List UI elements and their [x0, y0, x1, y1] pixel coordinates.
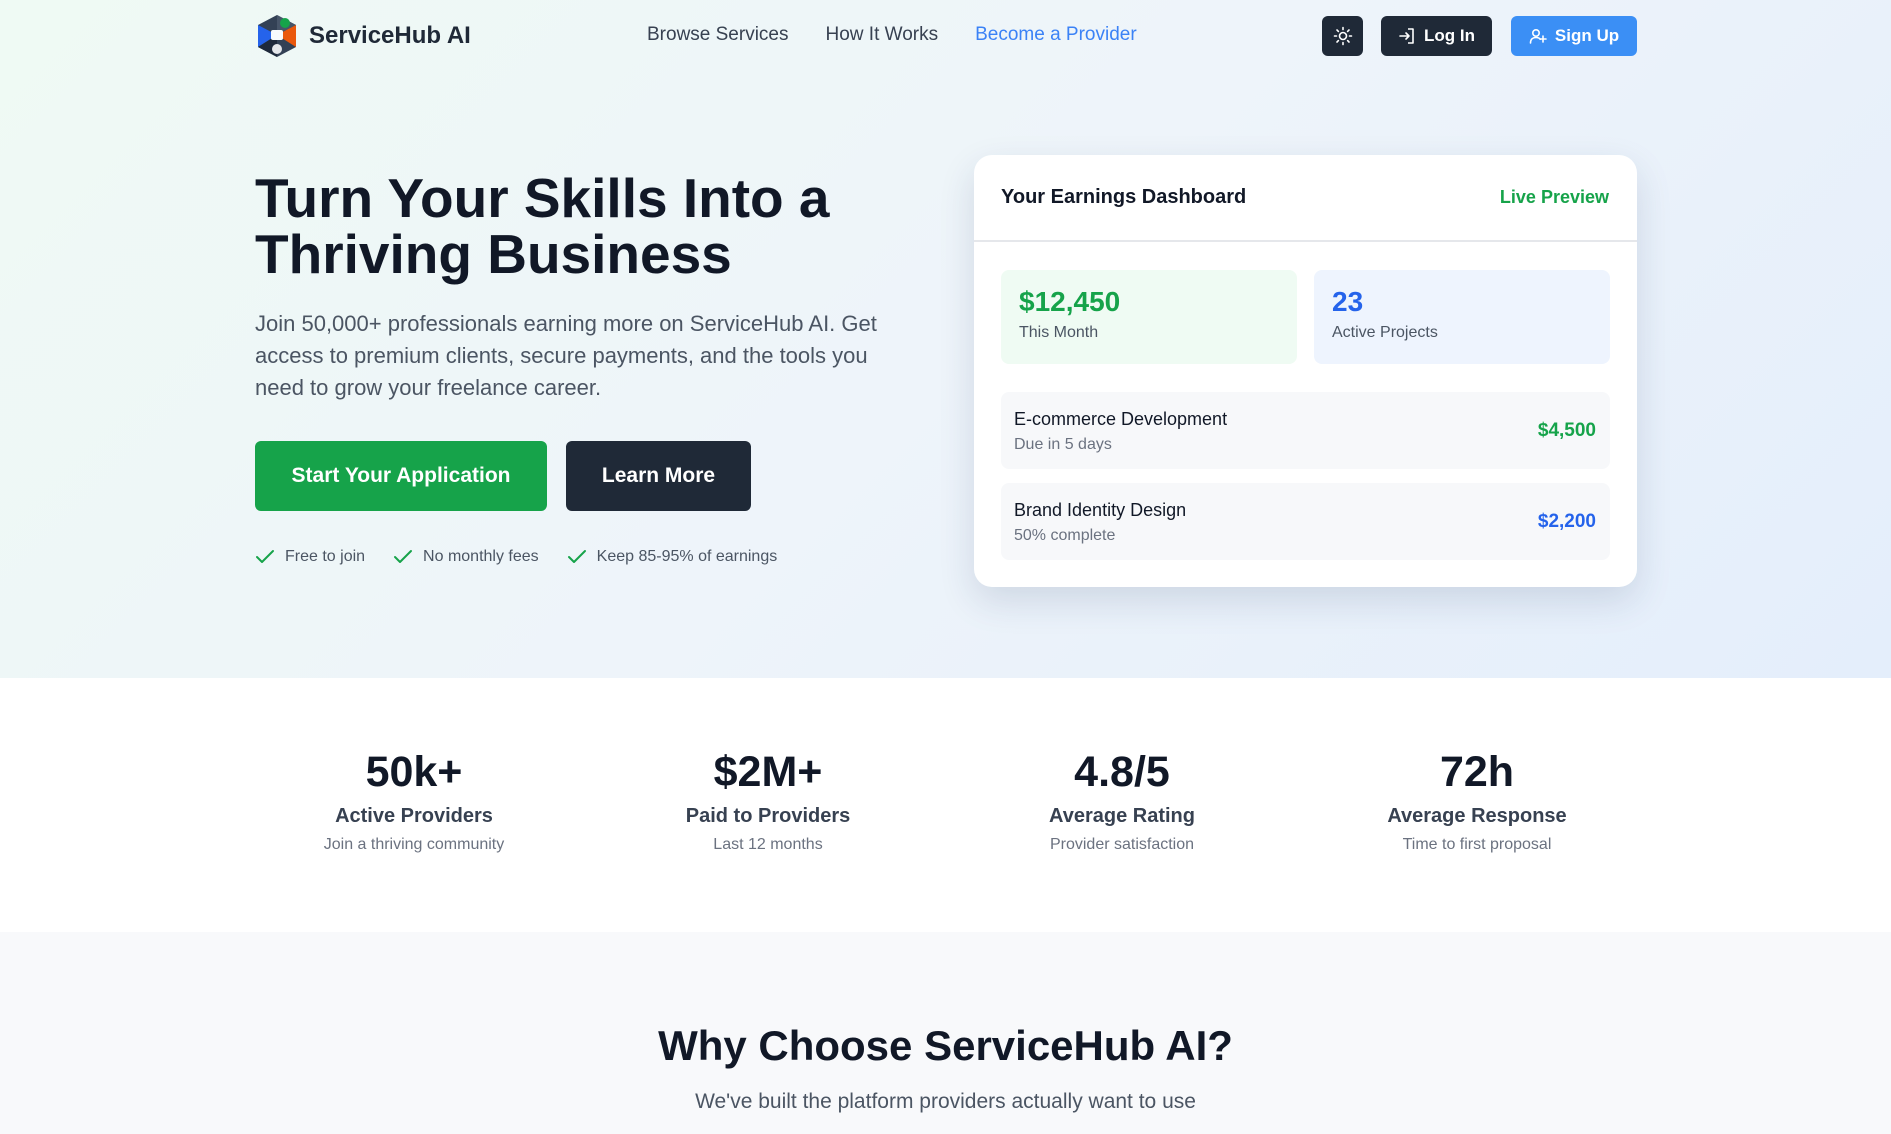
live-preview-badge: Live Preview — [1499, 187, 1609, 207]
card-title: Your Earnings Dashboard — [1001, 186, 1247, 208]
hero-section: ServiceHub AI Browse Services How It Wor… — [0, 0, 1891, 678]
start-application-button[interactable]: Start Your Application — [255, 441, 547, 511]
stat-value: 72h — [1439, 748, 1515, 796]
signup-button[interactable]: Sign Up — [1511, 16, 1637, 56]
nav-browse-services[interactable]: Browse Services — [647, 24, 789, 46]
stat-label: Average Response — [1387, 805, 1567, 827]
check-icon — [256, 550, 274, 563]
stat-value: $2M+ — [713, 748, 823, 796]
nav-links: Browse Services How It Works Become a Pr… — [647, 24, 1137, 46]
check-icon — [394, 550, 413, 563]
stat-description: Last 12 months — [713, 836, 823, 853]
stat-label: Paid to Providers — [685, 805, 851, 827]
stat-item: 4.8/5 Average Rating Provider satisfacti… — [962, 748, 1282, 854]
login-icon — [1399, 28, 1414, 44]
stats-section: 50k+ Active Providers Join a thriving co… — [0, 678, 1891, 932]
card-header: Your Earnings Dashboard Live Preview — [974, 155, 1637, 242]
stat-description: Join a thriving community — [323, 836, 505, 853]
hero-title: Turn Your Skills Into a Thriving Busines… — [255, 167, 830, 285]
brand-logo[interactable]: ServiceHub AI — [255, 13, 471, 59]
nav-become-provider[interactable]: Become a Provider — [975, 24, 1137, 46]
project-amount: $4,500 — [1537, 420, 1596, 441]
perk-label: No monthly fees — [423, 548, 539, 565]
perks-list: Free to join No monthly fees Keep 85-95%… — [255, 548, 777, 566]
stat-value: 50k+ — [365, 748, 463, 796]
perk-item: No monthly fees — [393, 548, 539, 566]
brand-name: ServiceHub AI — [309, 22, 471, 49]
stat-description: Time to first proposal — [1402, 836, 1552, 853]
earnings-value: $12,450 — [1019, 286, 1121, 317]
login-button[interactable]: Log In — [1381, 16, 1492, 56]
top-navbar: ServiceHub AI Browse Services How It Wor… — [0, 0, 1891, 72]
section-title: Why Choose ServiceHub AI? — [658, 1022, 1233, 1069]
why-choose-section: Why Choose ServiceHub AI? We've built th… — [0, 932, 1891, 1134]
logo-icon — [258, 15, 296, 57]
signup-label: Sign Up — [1554, 26, 1620, 45]
check-icon — [567, 550, 586, 563]
section-subtitle: We've built the platform providers actua… — [695, 1090, 1196, 1113]
perk-item: Keep 85-95% of earnings — [567, 548, 778, 566]
hero-subtitle: Join 50,000+ professionals earning more … — [255, 311, 877, 400]
stat-value: 4.8/5 — [1074, 748, 1170, 796]
user-plus-icon — [1529, 28, 1547, 44]
projects-value: 23 — [1332, 286, 1364, 317]
project-amount: $2,200 — [1537, 511, 1596, 532]
nav-how-it-works[interactable]: How It Works — [826, 24, 939, 46]
projects-stat: 23 Active Projects — [1314, 270, 1610, 364]
stat-description: Provider satisfaction — [1049, 836, 1195, 853]
learn-more-button[interactable]: Learn More — [566, 441, 751, 511]
earnings-label: This Month — [1019, 324, 1099, 341]
sun-icon — [1333, 26, 1352, 46]
stat-item: $2M+ Paid to Providers Last 12 months — [608, 748, 928, 854]
earnings-stat: $12,450 This Month — [1001, 270, 1297, 364]
project-meta: Due in 5 days — [1014, 436, 1112, 453]
project-name: Brand Identity Design — [1014, 500, 1187, 520]
project-name: E-commerce Development — [1014, 409, 1228, 429]
stat-item: 50k+ Active Providers Join a thriving co… — [254, 748, 574, 854]
login-label: Log In — [1424, 26, 1475, 45]
theme-toggle-button[interactable] — [1322, 16, 1363, 56]
project-row: Brand Identity Design 50% complete $2,20… — [1001, 483, 1610, 560]
projects-label: Active Projects — [1332, 324, 1438, 341]
stat-item: 72h Average Response Time to first propo… — [1317, 748, 1637, 854]
project-meta: 50% complete — [1014, 527, 1116, 544]
perk-label: Keep 85-95% of earnings — [596, 548, 778, 565]
perk-label: Free to join — [285, 548, 366, 565]
stat-label: Average Rating — [1049, 805, 1195, 827]
stat-label: Active Providers — [335, 805, 493, 827]
earnings-dashboard-card: Your Earnings Dashboard Live Preview $12… — [974, 155, 1637, 587]
perk-item: Free to join — [255, 548, 365, 566]
project-row: E-commerce Development Due in 5 days $4,… — [1001, 392, 1610, 469]
